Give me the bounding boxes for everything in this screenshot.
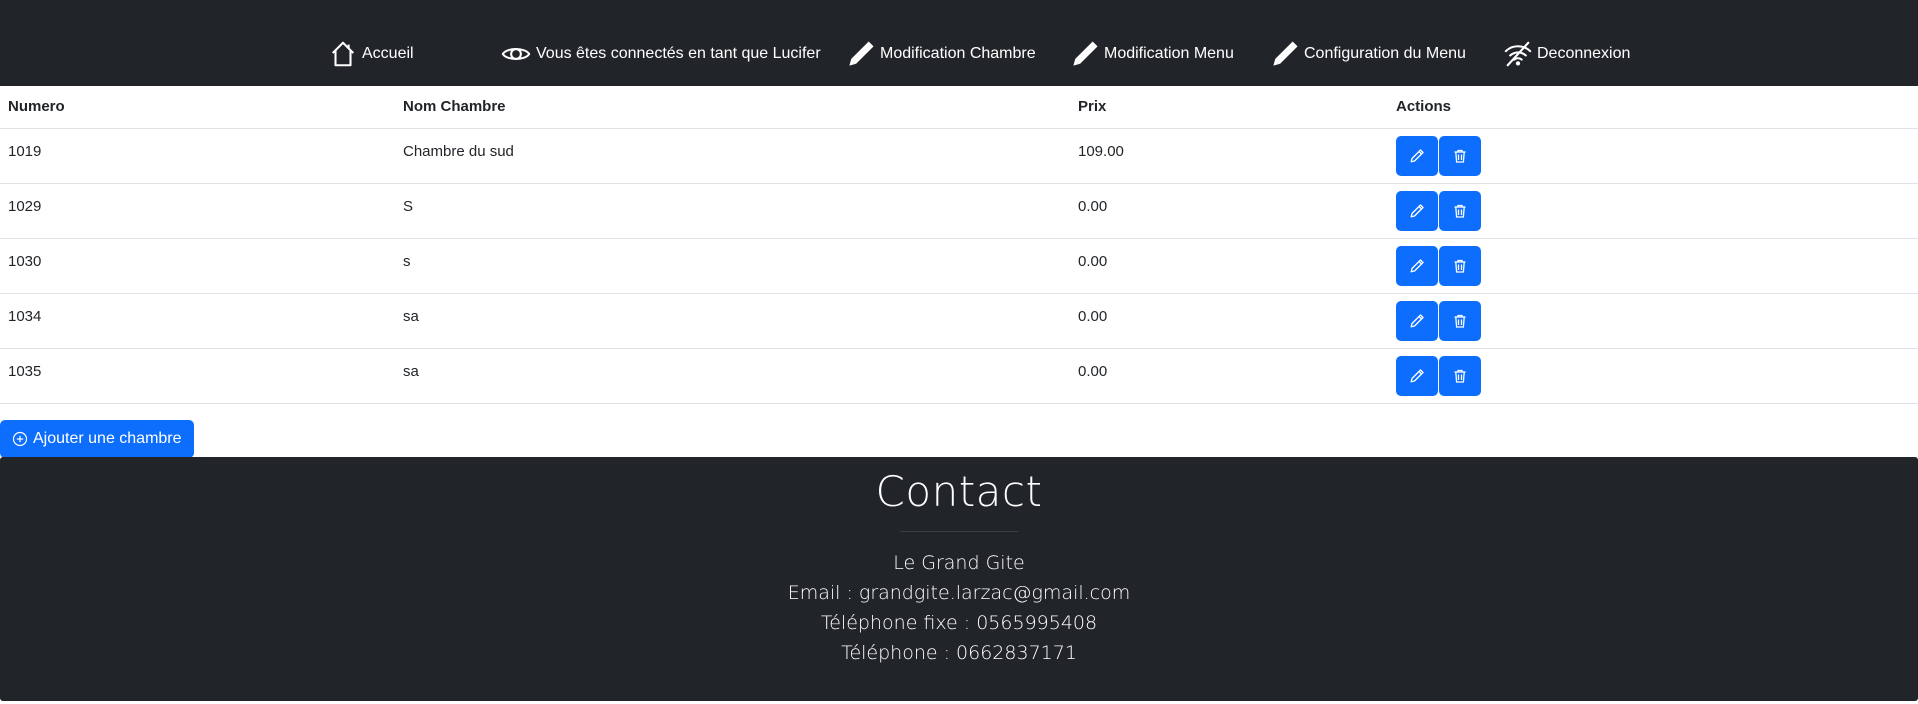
delete-room-button[interactable] [1439, 245, 1481, 286]
cell-nom-chambre: Chambre du sud [395, 128, 1070, 184]
cell-nom-chambre: sa [395, 348, 1070, 404]
header-actions: Actions [1388, 86, 1918, 129]
trash-icon [1454, 259, 1466, 273]
cell-actions [1388, 128, 1918, 184]
edit-room-button[interactable] [1396, 135, 1438, 176]
contact-phone-fixed: Téléphone fixe : 0565995408 [820, 612, 1098, 634]
nav-rooms-edit-link[interactable]: Modification Chambre [846, 36, 1036, 72]
delete-room-button[interactable] [1439, 190, 1481, 231]
edit-room-button[interactable] [1396, 190, 1438, 231]
cell-prix: 109.00 [1070, 128, 1388, 184]
nav-rooms-edit-label: Modification Chambre [880, 45, 1036, 62]
edit-room-button[interactable] [1396, 355, 1438, 396]
delete-room-button[interactable] [1439, 135, 1481, 176]
table-row: 1035 sa 0.00 [0, 348, 1918, 404]
nav-logout-label: Deconnexion [1537, 45, 1631, 62]
trash-icon [1454, 369, 1466, 383]
pencil-icon [1410, 368, 1424, 382]
header-nom-chambre: Nom Chambre [395, 86, 1070, 129]
cell-nom-chambre: S [395, 183, 1070, 239]
rooms-table: Numero Nom Chambre Prix Actions 1019 Cha… [0, 86, 1918, 404]
table-row: 1034 sa 0.00 [0, 293, 1918, 349]
trash-icon [1454, 149, 1466, 163]
cell-numero: 1035 [0, 348, 395, 404]
table-header: Numero Nom Chambre Prix Actions [0, 86, 1918, 129]
cell-prix: 0.00 [1070, 293, 1388, 349]
cell-prix: 0.00 [1070, 183, 1388, 239]
header-numero: Numero [0, 86, 395, 129]
cell-nom-chambre: sa [395, 293, 1070, 349]
plus-circle-icon [12, 431, 28, 447]
contact-footer: Contact Le Grand Gite Email : grandgite.… [0, 457, 1918, 701]
nav-menu-config-label: Configuration du Menu [1304, 45, 1466, 62]
table-header-row: Numero Nom Chambre Prix Actions [0, 86, 1918, 129]
cell-actions [1388, 293, 1918, 349]
wifi-off-icon [1504, 41, 1532, 67]
header-prix: Prix [1070, 86, 1388, 129]
eye-icon [501, 48, 531, 60]
table-row: 1019 Chambre du sud 109.00 [0, 128, 1918, 184]
cell-numero: 1034 [0, 293, 395, 349]
table-body: 1019 Chambre du sud 109.00 1029 S 0.00 1… [0, 128, 1918, 404]
pencil-icon [1410, 148, 1424, 162]
pencil-icon [1273, 41, 1298, 66]
pencil-icon [1410, 203, 1424, 217]
pencil-icon [849, 41, 874, 66]
edit-room-button[interactable] [1396, 245, 1438, 286]
nav-user-label: Vous êtes connectés en tant que Lucifer [536, 45, 821, 62]
contact-email: Email : grandgite.larzac@gmail.com [787, 582, 1131, 604]
nav-menu-edit-label: Modification Menu [1104, 45, 1234, 62]
cell-actions [1388, 183, 1918, 239]
nav-logout-link[interactable]: Deconnexion [1503, 36, 1630, 72]
delete-room-button[interactable] [1439, 355, 1481, 396]
pencil-icon [1073, 41, 1098, 66]
cell-nom-chambre: s [395, 238, 1070, 294]
house-icon [331, 41, 355, 67]
table-row: 1030 s 0.00 [0, 238, 1918, 294]
top-navbar: Accueil Vous êtes connectés en tant que … [0, 0, 1918, 86]
nav-home-label: Accueil [362, 45, 414, 62]
contact-name: Le Grand Gite [893, 552, 1025, 574]
trash-icon [1454, 204, 1466, 218]
delete-room-button[interactable] [1439, 300, 1481, 341]
nav-user-link[interactable]: Vous êtes connectés en tant que Lucifer [500, 36, 821, 72]
cell-prix: 0.00 [1070, 348, 1388, 404]
contact-title: Contact [875, 467, 1043, 516]
pencil-icon [1410, 258, 1424, 272]
table-row: 1029 S 0.00 [0, 183, 1918, 239]
cell-prix: 0.00 [1070, 238, 1388, 294]
footer-divider [900, 531, 1018, 532]
cell-actions [1388, 238, 1918, 294]
add-room-button[interactable]: Ajouter une chambre [0, 420, 194, 458]
nav-home-link[interactable]: Accueil [328, 36, 414, 72]
nav-menu-edit-link[interactable]: Modification Menu [1070, 36, 1234, 72]
add-room-label: Ajouter une chambre [33, 430, 182, 447]
cell-numero: 1030 [0, 238, 395, 294]
cell-numero: 1019 [0, 128, 395, 184]
cell-numero: 1029 [0, 183, 395, 239]
trash-icon [1454, 314, 1466, 328]
edit-room-button[interactable] [1396, 300, 1438, 341]
pencil-icon [1410, 313, 1424, 327]
cell-actions [1388, 348, 1918, 404]
nav-menu-config-link[interactable]: Configuration du Menu [1270, 36, 1466, 72]
contact-phone: Téléphone : 0662837171 [841, 642, 1077, 664]
